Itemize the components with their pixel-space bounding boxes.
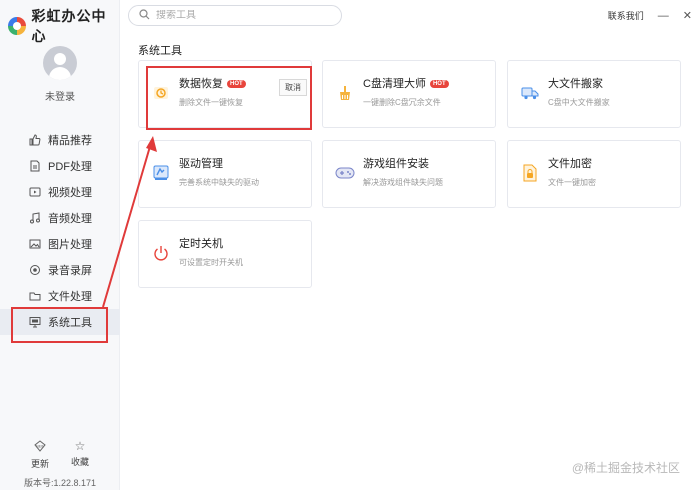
sidebar-item-image[interactable]: 图片处理 [0, 231, 120, 257]
sidebar-item-pdf[interactable]: PDF处理 [0, 153, 120, 179]
truck-icon [520, 83, 540, 103]
tool-title: 驱动管理 [179, 158, 223, 170]
tool-desc: 文件一键加密 [548, 178, 596, 187]
tool-card-big-file-move[interactable]: 大文件搬家 C盘中大文件搬家 [507, 60, 681, 128]
brand: 彩虹办公中心 [8, 6, 119, 46]
lock-file-icon [520, 163, 540, 183]
minimize-icon[interactable]: — [658, 10, 669, 21]
tool-desc: C盘中大文件搬家 [548, 98, 610, 107]
hot-badge: HOT [429, 80, 449, 88]
tool-desc: 一键删除C盘冗余文件 [363, 98, 441, 107]
rainbow-logo-icon [8, 17, 26, 35]
search-input[interactable] [156, 10, 326, 21]
sidebar-item-file[interactable]: 文件处理 [0, 283, 120, 309]
sidebar: 彩虹办公中心 未登录 精品推荐 PDF处理 视频处理 音频处理 图片处理 录音录… [0, 0, 120, 490]
search-bar[interactable] [128, 5, 342, 26]
highlight-box-data-recovery [146, 66, 312, 130]
close-icon[interactable]: ✕ [683, 10, 692, 21]
watermark: @稀土掘金技术社区 [571, 461, 680, 475]
tool-title: C盘清理大师 HOT [363, 75, 449, 91]
login-status[interactable]: 未登录 [45, 88, 75, 103]
music-icon [28, 212, 41, 225]
highlight-box-system-tools [11, 307, 108, 343]
sidebar-item-label: PDF处理 [48, 161, 92, 173]
new-badge-icon: NEW [33, 440, 47, 454]
sidebar-item-label: 音频处理 [48, 213, 92, 225]
tool-desc: 解决游戏组件缺失问题 [363, 178, 443, 187]
thumbs-up-icon [28, 134, 41, 147]
section-title: 系统工具 [138, 45, 182, 57]
tool-card-game-components[interactable]: 游戏组件安装 解决游戏组件缺失问题 [322, 140, 496, 208]
bottom-actions: NEW 更新 ☆ 收藏 [0, 440, 120, 470]
pdf-icon [28, 160, 41, 173]
sidebar-item-record[interactable]: 录音录屏 [0, 257, 120, 283]
sidebar-item-recommended[interactable]: 精品推荐 [0, 127, 120, 153]
star-icon: ☆ [74, 439, 86, 453]
broom-icon [335, 83, 355, 103]
favorite-label: 收藏 [71, 457, 90, 467]
video-icon [28, 186, 41, 199]
sidebar-item-video[interactable]: 视频处理 [0, 179, 120, 205]
tool-card-file-encrypt[interactable]: 文件加密 文件一键加密 [507, 140, 681, 208]
sidebar-item-label: 视频处理 [48, 187, 92, 199]
tool-title: 游戏组件安装 [363, 158, 429, 170]
sidebar-nav: 精品推荐 PDF处理 视频处理 音频处理 图片处理 录音录屏 文件处理 系统工具 [0, 127, 120, 335]
sidebar-item-label: 精品推荐 [48, 135, 92, 147]
tool-card-c-drive-cleaner[interactable]: C盘清理大师 HOT 一键删除C盘冗余文件 [322, 60, 496, 128]
sidebar-item-label: 图片处理 [48, 239, 92, 251]
favorite-button[interactable]: ☆ 收藏 [71, 440, 89, 470]
search-icon [139, 8, 150, 23]
driver-icon [151, 163, 171, 183]
folder-icon [28, 290, 41, 303]
update-label: 更新 [30, 459, 49, 469]
version-label: 版本号:1.22.8.171 [23, 478, 97, 488]
svg-text:NEW: NEW [36, 444, 45, 448]
tool-card-scheduled-shutdown[interactable]: 定时关机 可设置定时开关机 [138, 220, 312, 288]
record-icon [28, 264, 41, 277]
tool-desc: 完善系统中缺失的驱动 [179, 178, 259, 187]
power-icon [151, 243, 171, 263]
avatar[interactable] [43, 46, 77, 80]
image-icon [28, 238, 41, 251]
sidebar-item-label: 录音录屏 [48, 265, 92, 277]
sidebar-item-label: 文件处理 [48, 291, 92, 303]
tool-title: 定时关机 [179, 238, 223, 250]
tool-desc: 可设置定时开关机 [179, 258, 243, 267]
gamepad-icon [335, 163, 355, 183]
app-title: 彩虹办公中心 [31, 8, 107, 44]
update-button[interactable]: NEW 更新 [31, 440, 49, 470]
user-area: 未登录 [0, 46, 120, 103]
contact-link[interactable]: 联系我们 [608, 9, 644, 22]
tool-title: 大文件搬家 [548, 78, 603, 90]
tool-card-driver-manager[interactable]: 驱动管理 完善系统中缺失的驱动 [138, 140, 312, 208]
header-right: 联系我们 — ✕ [608, 9, 692, 22]
sidebar-item-audio[interactable]: 音频处理 [0, 205, 120, 231]
tool-title: 文件加密 [548, 158, 592, 170]
